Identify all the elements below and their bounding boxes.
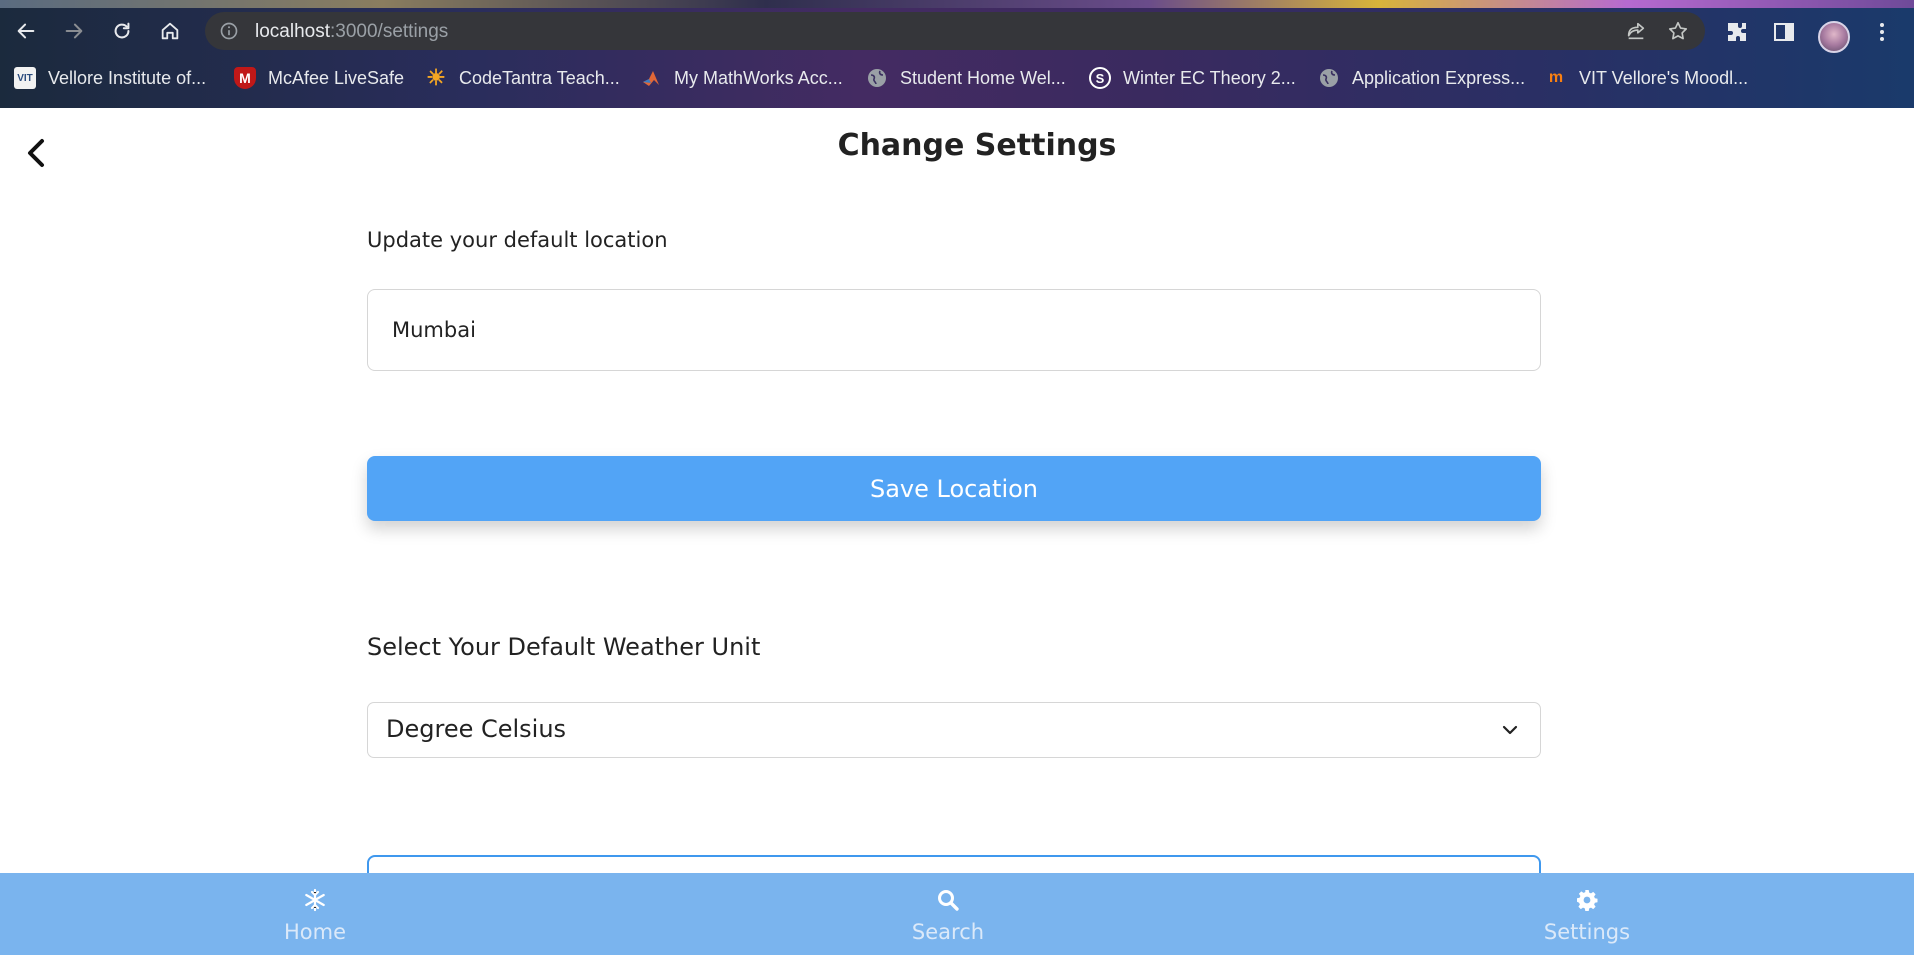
arrow-right-icon (65, 23, 83, 39)
bookmark-label: Application Express... (1352, 67, 1526, 88)
weather-unit-select[interactable]: Degree Celsius (367, 702, 1541, 758)
weather-unit-label: Select Your Default Weather Unit (367, 633, 761, 661)
snowflake-icon (303, 888, 327, 912)
weather-unit-selected-value: Degree Celsius (386, 715, 567, 743)
url-host: localhost (255, 21, 330, 42)
mcafee-shield-icon: M (234, 67, 256, 89)
bookmark-star-icon[interactable] (1667, 20, 1689, 42)
sun-icon: ☀ (426, 65, 446, 90)
gear-icon (1575, 888, 1599, 912)
nav-item-settings[interactable]: Settings (1487, 873, 1687, 955)
nav-item-search[interactable]: Search (848, 873, 1048, 955)
s-circle-icon: S (1089, 67, 1111, 89)
bookmark-vit-moodle[interactable]: m VIT Vellore's Moodl... (1545, 64, 1748, 92)
browser-toolbar: localhost:3000/settings (0, 8, 1914, 54)
bottom-nav: Home Search Settings (0, 873, 1914, 955)
extensions-puzzle-icon[interactable] (1725, 20, 1749, 44)
bookmark-student-home[interactable]: Student Home Wel... (866, 64, 1066, 92)
mathworks-icon (640, 67, 662, 89)
address-bar[interactable]: localhost:3000/settings (205, 12, 1705, 50)
forward-button[interactable] (57, 14, 91, 48)
location-label: Update your default location (367, 228, 668, 252)
bookmark-label: Winter EC Theory 2... (1123, 67, 1296, 88)
bookmark-application-express[interactable]: Application Express... (1318, 64, 1525, 92)
more-vertical-icon[interactable] (1870, 20, 1894, 44)
nav-label-search: Search (911, 920, 985, 944)
settings-page: Change Settings Update your default loca… (0, 108, 1914, 955)
bookmarks-bar: VIT Vellore Institute of... M McAfee Liv… (0, 58, 1914, 98)
gear-shape (1577, 890, 1598, 911)
url-path: :3000/settings (330, 21, 449, 42)
url-text: localhost:3000/settings (255, 21, 448, 43)
reload-icon (114, 22, 130, 39)
snowflake-shape (305, 888, 325, 912)
bookmark-label: McAfee LiveSafe (268, 67, 405, 88)
vit-logo-icon: VIT (14, 67, 36, 89)
browser-chrome: localhost:3000/settings VIT Vellore Inst… (0, 0, 1914, 108)
globe-icon (866, 67, 888, 89)
side-panel-icon[interactable] (1772, 20, 1796, 44)
bookmark-mathworks[interactable]: My MathWorks Acc... (640, 64, 843, 92)
search-icon (936, 888, 960, 912)
profile-avatar[interactable] (1818, 21, 1850, 53)
bookmark-label: Student Home Wel... (900, 67, 1066, 88)
bookmark-winter-ec[interactable]: S Winter EC Theory 2... (1089, 64, 1296, 92)
tab-strip (0, 0, 1914, 8)
nav-label-home: Home (283, 920, 346, 944)
bookmark-label: My MathWorks Acc... (674, 67, 843, 88)
save-location-button[interactable]: Save Location (367, 456, 1541, 521)
chevron-down-icon (1502, 725, 1518, 735)
reload-button[interactable] (105, 14, 139, 48)
nav-item-home[interactable]: Home (215, 873, 415, 955)
bookmark-codetantra[interactable]: ☀ CodeTantra Teach... (425, 64, 620, 92)
globe-shape (1320, 69, 1338, 87)
arrow-left-icon (17, 23, 35, 39)
back-button[interactable] (9, 14, 43, 48)
info-icon[interactable] (219, 21, 239, 41)
bookmark-label: Vellore Institute of... (48, 67, 207, 88)
bookmark-vit[interactable]: VIT Vellore Institute of... (14, 64, 206, 92)
location-input[interactable] (367, 289, 1541, 371)
magnifier-shape (938, 890, 959, 911)
page-title: Change Settings (837, 128, 1117, 163)
bookmark-label: CodeTantra Teach... (459, 67, 620, 88)
home-icon (161, 22, 179, 40)
globe-shape (868, 69, 886, 87)
share-icon[interactable] (1625, 20, 1647, 42)
moodle-icon: m (1548, 69, 1564, 86)
mathworks-logo (643, 71, 659, 86)
bookmark-label: VIT Vellore's Moodl... (1579, 67, 1749, 88)
bookmark-mcafee[interactable]: M McAfee LiveSafe (234, 64, 404, 92)
home-button[interactable] (153, 14, 187, 48)
nav-label-settings: Settings (1543, 920, 1631, 944)
globe-icon (1318, 67, 1340, 89)
